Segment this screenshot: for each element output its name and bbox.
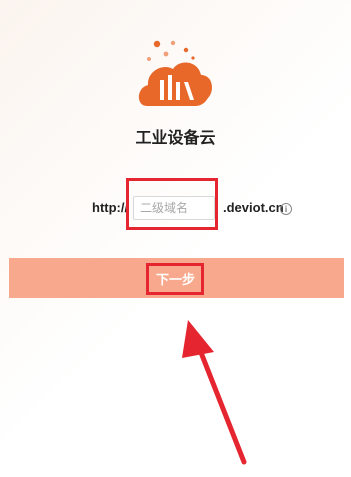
url-prefix: http:// xyxy=(92,200,129,215)
info-icon[interactable]: i xyxy=(280,203,292,215)
app-title: 工业设备云 xyxy=(135,128,216,147)
highlight-box-button xyxy=(146,263,204,295)
cloud-logo-icon xyxy=(133,38,217,114)
highlight-box-input xyxy=(126,178,218,230)
url-suffix: .deviot.cn xyxy=(223,200,284,215)
